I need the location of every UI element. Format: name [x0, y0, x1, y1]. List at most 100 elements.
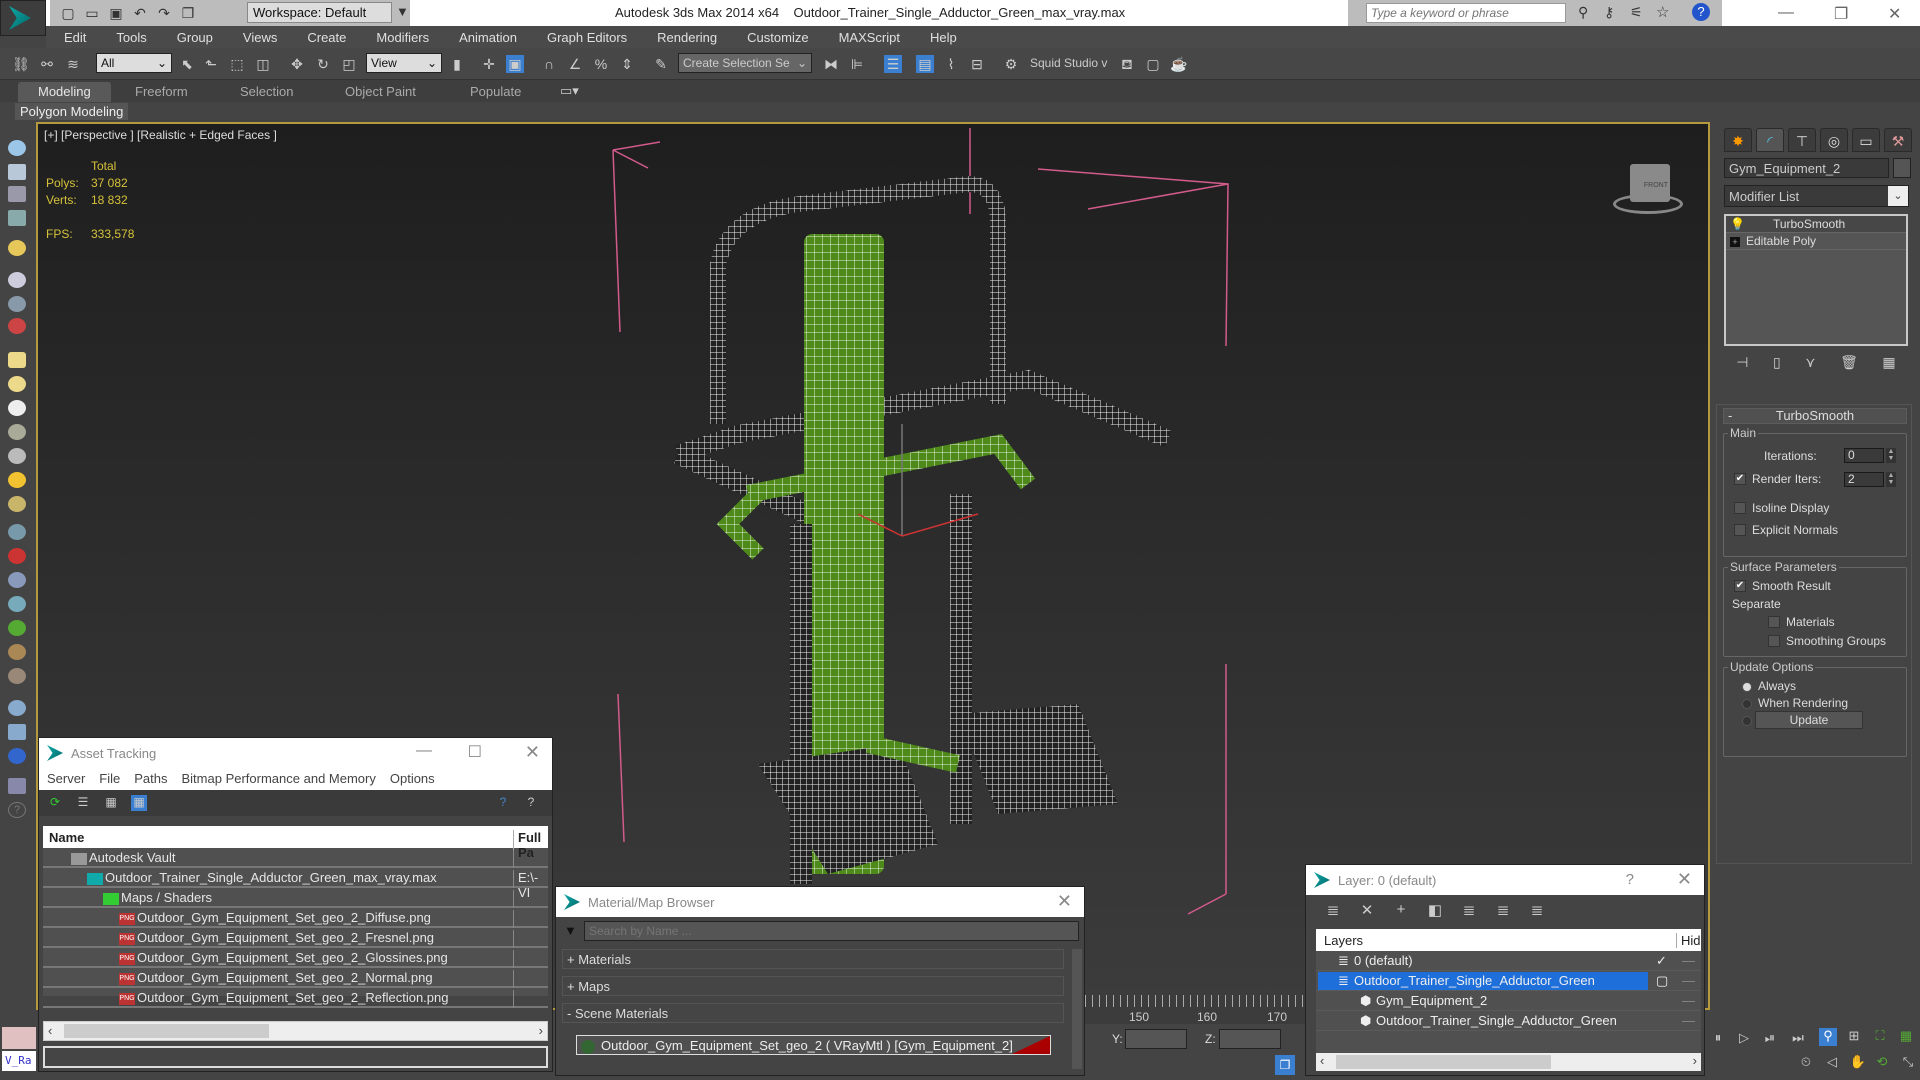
close-button[interactable]: ✕ — [1888, 4, 1901, 24]
reference-coord-dropdown[interactable]: View ⌄ — [366, 53, 442, 73]
utilities-tab-icon[interactable]: ⚒ — [1884, 128, 1912, 152]
zoom-icon[interactable]: ⚲ — [1819, 1028, 1837, 1046]
schematic-view-icon[interactable]: ⊟ — [968, 55, 986, 73]
align-icon[interactable]: ⊫ — [848, 55, 866, 73]
ies-light-icon[interactable] — [8, 424, 26, 440]
menu-animation[interactable]: Animation — [444, 30, 532, 45]
menu-maxscript[interactable]: MAXScript — [824, 30, 915, 45]
ribbon-tab-object-paint[interactable]: Object Paint — [325, 82, 436, 102]
iterations-spinner[interactable]: 0 — [1844, 448, 1884, 463]
key-icon[interactable]: ⚷ — [1604, 4, 1614, 21]
help-button[interactable]: ? — [1626, 871, 1634, 888]
motion-tab-icon[interactable]: ◎ — [1820, 128, 1848, 152]
listener-output[interactable] — [2, 1027, 36, 1049]
help-icon[interactable]: ? — [1692, 3, 1710, 21]
render-production-icon[interactable]: ☕ — [1170, 55, 1188, 73]
category-materials[interactable]: + Materials — [562, 949, 1064, 969]
category-maps[interactable]: + Maps — [562, 976, 1064, 996]
hierarchy-tab-icon[interactable]: ⊤ — [1788, 128, 1816, 152]
rectangular-selection-icon[interactable]: ⬚ — [228, 55, 246, 73]
menu-modifiers[interactable]: Modifiers — [361, 30, 444, 45]
list-icon[interactable] — [8, 186, 26, 202]
expand-plus-icon[interactable]: + — [1730, 237, 1740, 247]
tree-icon[interactable] — [8, 644, 26, 660]
vertical-scrollbar[interactable] — [1072, 949, 1082, 1069]
adaptive-degradation-icon[interactable]: ❐ — [1275, 1055, 1295, 1075]
menu-create[interactable]: Create — [292, 30, 361, 45]
asset-row[interactable]: PNG Outdoor_Gym_Equipment_Set_geo_2_Refle… — [43, 988, 548, 1008]
undo-icon[interactable]: ↶ — [132, 5, 148, 21]
manipulate-icon[interactable]: ✛ — [480, 55, 498, 73]
sun-icon[interactable] — [8, 472, 26, 488]
orbit-icon[interactable]: ⟲ — [1873, 1054, 1891, 1072]
material-sphere-icon[interactable] — [8, 700, 26, 716]
close-button[interactable]: ✕ — [1677, 869, 1692, 890]
save-icon[interactable]: ▣ — [108, 5, 124, 21]
current-layer-check-icon[interactable]: ✓ — [1656, 953, 1667, 969]
mirror-icon[interactable]: ⧓ — [822, 55, 840, 73]
search-by-name-input[interactable] — [584, 921, 1079, 941]
ribbon-tab-populate[interactable]: Populate — [450, 82, 541, 102]
spinner-snap-icon[interactable]: ⇕ — [618, 55, 636, 73]
bind-space-warp-icon[interactable]: ≋ — [64, 55, 82, 73]
next-frame-icon[interactable]: ⏯ — [1761, 1030, 1779, 1048]
when-rendering-radio[interactable] — [1742, 699, 1752, 709]
asset-row[interactable]: Maps / Shaders — [43, 888, 548, 908]
chevron-down-icon[interactable]: ⌄ — [1888, 186, 1908, 206]
horizontal-scrollbar[interactable]: ‹ › — [1316, 1053, 1701, 1071]
sphere-light-icon[interactable] — [8, 400, 26, 416]
vray-fur-icon[interactable] — [8, 524, 26, 540]
rotate-icon[interactable]: ↻ — [314, 55, 332, 73]
explicit-normals-checkbox[interactable] — [1734, 524, 1746, 536]
render-iters-spinner-arrows[interactable]: ▲ ▼ — [1886, 472, 1896, 487]
grass-icon[interactable] — [8, 620, 26, 636]
pin-stack-icon[interactable]: ⊣ — [1736, 354, 1748, 374]
menu-options[interactable]: Options — [390, 771, 435, 787]
scroll-right-icon[interactable]: › — [539, 1023, 543, 1038]
helper-icon[interactable] — [8, 318, 26, 334]
select-and-link-icon[interactable]: ⛓ — [12, 55, 30, 73]
column-hide[interactable]: Hid — [1676, 933, 1701, 948]
asset-row[interactable]: PNG Outdoor_Gym_Equipment_Set_geo_2_Diffu… — [43, 908, 548, 928]
app-menu-button[interactable] — [0, 0, 46, 36]
window-crossing-icon[interactable]: ◫ — [254, 55, 272, 73]
menu-group[interactable]: Group — [162, 30, 228, 45]
object-name-field[interactable]: Gym_Equipment_2 — [1724, 158, 1889, 178]
hide-toggle[interactable]: — — [1682, 1013, 1695, 1028]
hide-all-layers-icon[interactable]: ≣ — [1494, 901, 1512, 919]
create-layer-icon[interactable]: ≣ — [1324, 901, 1342, 919]
viewcube[interactable]: FRONT — [1608, 156, 1688, 216]
vray-sphere-icon[interactable] — [8, 596, 26, 612]
modifier-list-dropdown[interactable]: Modifier List ⌄ — [1724, 185, 1909, 207]
cone-icon[interactable] — [8, 448, 26, 464]
play-icon[interactable]: ▷ — [1735, 1030, 1753, 1048]
edit-named-selection-icon[interactable]: ✎ — [652, 55, 670, 73]
vray-proxy-icon[interactable] — [8, 548, 26, 564]
manually-radio[interactable] — [1742, 716, 1752, 726]
ribbon-tab-selection[interactable]: Selection — [220, 82, 313, 102]
display-tab-icon[interactable]: ▭ — [1852, 128, 1880, 152]
zoom-extents-icon[interactable]: ⛶ — [1871, 1028, 1889, 1046]
scroll-left-icon[interactable]: ‹ — [48, 1023, 52, 1038]
squid-studio-label[interactable]: Squid Studio v — [1030, 56, 1107, 70]
modify-tab-icon[interactable]: ◜ — [1756, 128, 1784, 152]
satellite-icon[interactable]: ⚟ — [1630, 4, 1643, 21]
layer-row[interactable]: ⬢ Gym_Equipment_2 — — [1316, 991, 1701, 1011]
region-render-icon[interactable] — [8, 748, 26, 764]
scene-material-item[interactable]: Outdoor_Gym_Equipment_Set_geo_2 ( VRayMt… — [576, 1035, 1051, 1055]
polygon-modeling-panel[interactable]: Polygon Modeling — [15, 103, 129, 120]
delete-layer-icon[interactable]: ✕ — [1358, 901, 1376, 919]
menu-edit[interactable]: Edit — [46, 30, 101, 45]
maximize-button[interactable]: ❐ — [1834, 4, 1848, 24]
camera-icon[interactable] — [8, 272, 26, 288]
workspace-dropdown[interactable]: Workspace: Default — [247, 2, 392, 23]
rendered-frame-window-icon[interactable]: ▢ — [1144, 55, 1162, 73]
menu-tools[interactable]: Tools — [101, 30, 161, 45]
pan-icon[interactable]: ✋ — [1849, 1054, 1867, 1072]
render-window-icon[interactable] — [8, 164, 26, 180]
select-by-name-icon[interactable]: ⬑ — [202, 55, 220, 73]
show-end-result-icon[interactable]: ▯ — [1773, 354, 1781, 374]
project-folder-icon[interactable]: ❐ — [180, 5, 196, 21]
hide-toggle[interactable]: — — [1682, 973, 1695, 988]
asset-tracking-titlebar[interactable]: Asset Tracking — ☐ ✕ — [39, 738, 552, 768]
